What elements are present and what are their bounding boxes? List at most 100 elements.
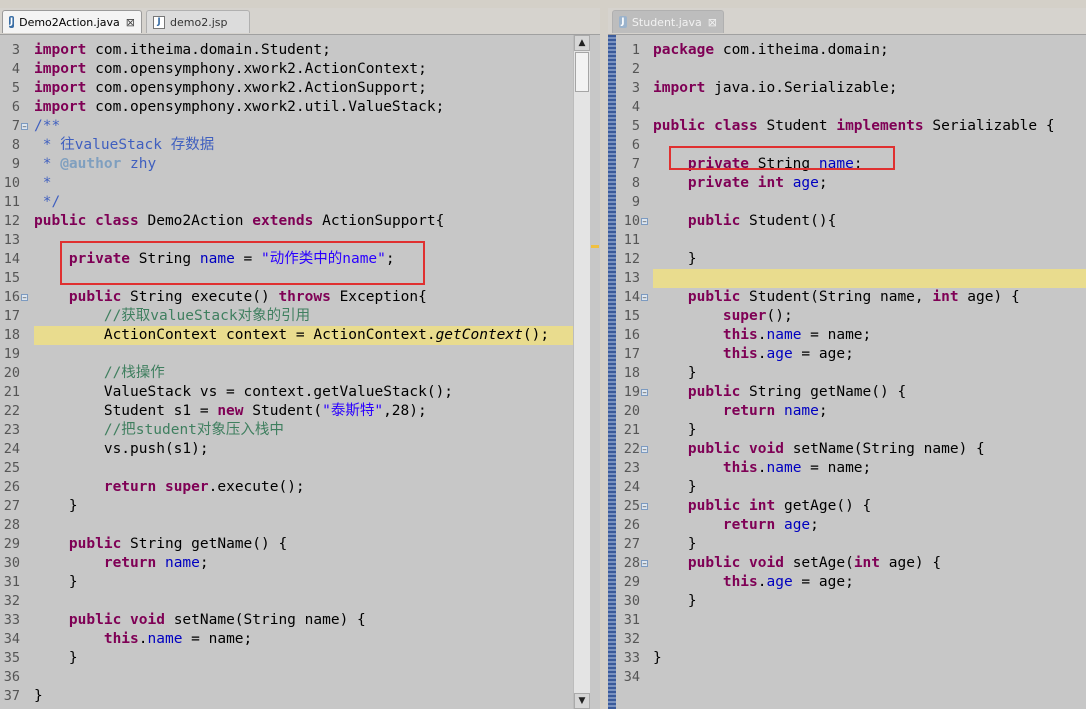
code-line[interactable]: return super.execute(); (34, 478, 305, 497)
code-line[interactable]: super(); (653, 307, 793, 326)
code-line[interactable]: this.age = age; (653, 573, 854, 592)
code-line[interactable]: import com.opensymphony.xwork2.ActionSup… (34, 79, 427, 98)
code-line[interactable]: ValueStack vs = context.getValueStack(); (34, 383, 453, 402)
code-line[interactable]: return name; (653, 402, 828, 421)
line-number: 22 (3, 403, 20, 419)
code-token: return (722, 517, 776, 533)
code-line[interactable]: } (653, 535, 697, 554)
code-line[interactable]: import com.opensymphony.xwork2.util.Valu… (34, 98, 444, 117)
code-line[interactable]: public Student(){ (653, 212, 836, 231)
close-icon[interactable]: ⊠ (126, 16, 135, 29)
code-line[interactable]: this.name = name; (34, 630, 252, 649)
fold-toggle-icon[interactable]: − (641, 503, 648, 511)
code-line[interactable]: //获取valueStack对象的引用 (34, 307, 310, 326)
code-area[interactable]: package com.itheima.domain; import java.i… (653, 35, 1086, 709)
code-line[interactable]: return name; (34, 554, 209, 573)
code-token: String execute() (121, 289, 279, 305)
code-token: String getName() { (121, 536, 288, 552)
code-line[interactable]: * 往valueStack 存数据 (34, 136, 215, 155)
code-line[interactable]: public Student(String name, int age) { (653, 288, 1020, 307)
fold-toggle-icon[interactable]: − (641, 560, 648, 568)
code-line[interactable]: public String getName() { (653, 383, 906, 402)
code-token: = name; (182, 631, 253, 647)
code-area[interactable]: import com.itheima.domain.Student; import… (34, 35, 574, 709)
ruler-marker[interactable] (591, 245, 599, 248)
code-line[interactable]: //把student对象压入栈中 (34, 421, 284, 440)
tab-demo2-jsp[interactable]: J demo2.jsp (146, 10, 250, 33)
code-line[interactable]: */ (34, 193, 60, 212)
code-token: ActionSupport{ (313, 213, 445, 229)
code-line[interactable]: public void setAge(int age) { (653, 554, 941, 573)
fold-toggle-icon[interactable]: − (641, 389, 648, 397)
code-line[interactable]: import java.io.Serializable; (653, 79, 897, 98)
close-icon[interactable]: ⊠ (708, 16, 717, 29)
scroll-down-arrow[interactable]: ▼ (574, 693, 590, 709)
code-line[interactable]: } (653, 649, 662, 668)
code-line[interactable]: public class Student implements Serializ… (653, 117, 1055, 136)
tab-student-java[interactable]: J Student.java ⊠ (612, 10, 724, 33)
code-line[interactable]: } (34, 649, 78, 668)
code-line[interactable]: this.name = name; (653, 459, 871, 478)
code-line[interactable]: * (34, 174, 52, 193)
code-token: (); (522, 327, 550, 343)
code-token: import (653, 80, 706, 96)
code-line[interactable]: public class Demo2Action extends ActionS… (34, 212, 444, 231)
code-token: * (34, 156, 61, 172)
code-token: return (103, 479, 157, 495)
code-token: Student( (243, 403, 323, 419)
code-line[interactable]: public String getName() { (34, 535, 287, 554)
line-number: 12 (623, 251, 640, 267)
vertical-scrollbar[interactable]: ▲ ▼ (573, 35, 590, 709)
code-token: ValueStack vs = context.getValueStack(); (34, 384, 454, 400)
tab-demo2action-java[interactable]: J Demo2Action.java ⊠ (2, 10, 142, 33)
code-line[interactable]: import com.opensymphony.xwork2.ActionCon… (34, 60, 427, 79)
code-line[interactable]: private int age; (653, 174, 828, 193)
code-token: int (932, 289, 959, 305)
code-line[interactable]: } (653, 250, 697, 269)
scroll-thumb[interactable] (575, 52, 589, 92)
code-token: package (653, 42, 715, 58)
fold-toggle-icon[interactable]: − (21, 123, 28, 131)
code-line[interactable]: } (653, 421, 697, 440)
code-line[interactable]: } (34, 573, 78, 592)
code-line[interactable]: /** (34, 117, 60, 136)
code-token: //栈操作 (34, 365, 165, 381)
line-number: 19 (623, 384, 640, 400)
code-line[interactable]: } (34, 687, 43, 706)
code-line[interactable]: public void setName(String name) { (653, 440, 985, 459)
fold-toggle-icon[interactable]: − (641, 446, 648, 454)
code-line[interactable]: } (34, 497, 78, 516)
line-number: 27 (3, 498, 20, 514)
code-line[interactable]: public void setName(String name) { (34, 611, 366, 630)
code-line[interactable]: import com.itheima.domain.Student; (34, 41, 331, 60)
code-line[interactable]: Student s1 = new Student("泰斯特",28); (34, 402, 427, 421)
code-line[interactable]: public String execute() throws Exception… (34, 288, 427, 307)
code-line[interactable]: this.age = age; (653, 345, 854, 364)
right-code-editor[interactable]: 1 2 3 4 5 6 7 8 9 10−11 12 13 14−15 16 17 18 19−20 21 22−2… (608, 35, 1086, 709)
code-line[interactable]: //栈操作 (34, 364, 165, 383)
code-line[interactable]: ActionContext context = ActionContext.ge… (34, 326, 549, 345)
code-line[interactable]: vs.push(s1); (34, 440, 209, 459)
code-token: new (217, 403, 244, 419)
code-line[interactable]: package com.itheima.domain; (653, 41, 889, 60)
line-number: 23 (623, 460, 640, 476)
left-code-editor[interactable]: 3 4 5 6 7−8 9 10 11 12 13 14 15 16−17 18 19 20 21 22 23 24 2… (0, 35, 600, 709)
code-line[interactable]: this.name = name; (653, 326, 871, 345)
code-line[interactable]: * @author zhy (34, 155, 157, 174)
fold-toggle-icon[interactable]: − (21, 294, 28, 302)
code-line[interactable]: return age; (653, 516, 819, 535)
overview-ruler[interactable] (590, 35, 600, 709)
code-line[interactable]: } (653, 592, 697, 611)
code-line[interactable]: } (653, 478, 697, 497)
code-line[interactable]: public int getAge() { (653, 497, 871, 516)
scroll-up-arrow[interactable]: ▲ (574, 35, 590, 51)
code-token: "泰斯特" (322, 403, 384, 419)
fold-toggle-icon[interactable]: − (641, 218, 648, 226)
editor-divider[interactable] (600, 8, 608, 709)
fold-toggle-icon[interactable]: − (641, 294, 648, 302)
code-line[interactable]: } (653, 364, 697, 383)
